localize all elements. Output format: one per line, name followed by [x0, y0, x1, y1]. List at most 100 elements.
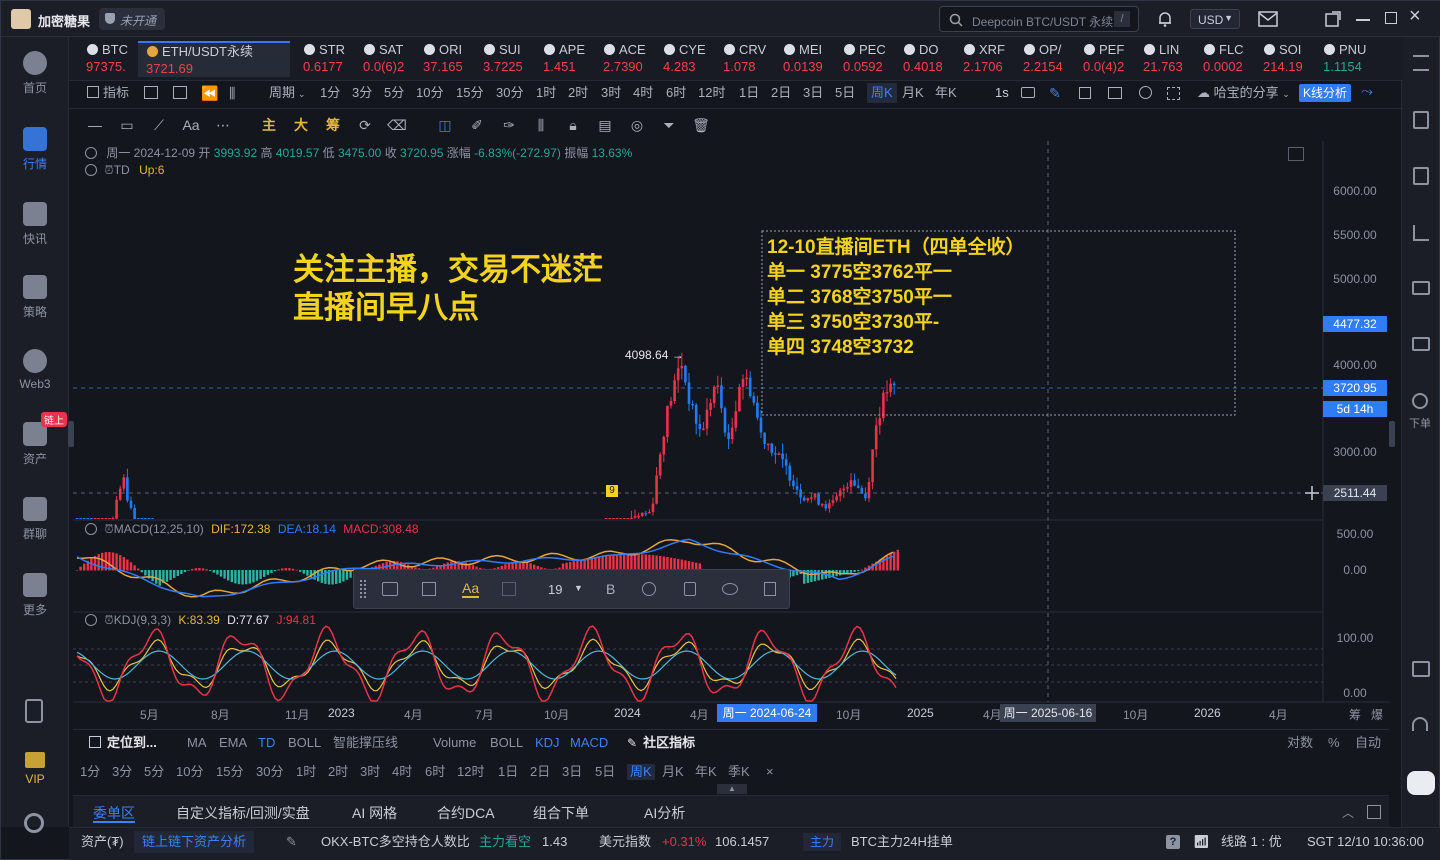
period-bar-item[interactable]: 年K: [695, 764, 717, 780]
bottom-tab-0[interactable]: 委单区: [93, 803, 135, 823]
indicator-boll[interactable]: BOLL: [288, 735, 321, 751]
period-bar-item[interactable]: 2时: [328, 764, 348, 780]
macd-bar: [234, 570, 237, 584]
period-bar-item[interactable]: 周K: [627, 764, 655, 780]
period-bar-item[interactable]: 4时: [392, 764, 412, 780]
bottom-tab-2[interactable]: AI 网格: [352, 803, 397, 823]
collapse-panel-icon[interactable]: ▲: [717, 784, 747, 794]
period-bar-item[interactable]: 1分: [80, 764, 100, 780]
candle-body: [147, 518, 151, 519]
text-style-button[interactable]: Aa: [462, 580, 480, 598]
period-bar-item[interactable]: 1时: [296, 764, 316, 780]
candle-body: [853, 480, 856, 486]
candle-body: [846, 486, 849, 489]
text-color-icon[interactable]: [502, 582, 516, 596]
period-bar-item[interactable]: 月K: [662, 764, 684, 780]
candle-body: [104, 518, 108, 519]
ohlc-date: 周一 2024-12-09: [106, 146, 196, 160]
delete-icon[interactable]: [764, 582, 776, 596]
macd-bar: [227, 570, 230, 581]
period-bar-item[interactable]: 6时: [425, 764, 445, 780]
community-indicators[interactable]: ✎ 社区指标: [627, 735, 695, 751]
log-scale-toggle[interactable]: 对数: [1287, 735, 1313, 751]
promo-text[interactable]: 关注主播，交易不迷茫 直播间早八点: [293, 251, 603, 327]
period-bar-item[interactable]: 5日: [595, 764, 615, 780]
macd-bar: [191, 568, 194, 571]
collapse-icon[interactable]: [85, 147, 97, 159]
period-bar-item[interactable]: 3分: [112, 764, 132, 780]
expand-chart-icon[interactable]: [1288, 147, 1304, 161]
period-bar-item[interactable]: 1日: [498, 764, 518, 780]
macd-bar: [183, 570, 187, 573]
period-bar-item[interactable]: 12时: [457, 764, 484, 780]
indicator-ema[interactable]: EMA: [219, 735, 247, 751]
edit-icon[interactable]: ✎: [286, 833, 297, 851]
font-size-select[interactable]: 19 ▼: [546, 580, 590, 600]
drag-handle-icon[interactable]: [360, 580, 366, 598]
left-panel-toggle[interactable]: [68, 421, 74, 447]
help-icon[interactable]: ?: [1166, 835, 1180, 849]
candle-body: [129, 500, 133, 508]
ohlc-close-label: 收: [384, 146, 397, 160]
chips-icon[interactable]: 筹: [1349, 706, 1361, 723]
bottom-tab-4[interactable]: 组合下单: [533, 803, 589, 823]
edit-icon[interactable]: [422, 582, 436, 596]
bottom-tab-3[interactable]: 合约DCA: [437, 803, 495, 823]
locate-button[interactable]: 定位到...: [89, 735, 157, 751]
candle-body: [867, 482, 871, 499]
btc-orders-label[interactable]: BTC主力24H挂单: [851, 833, 953, 851]
period-bar-item[interactable]: 30分: [256, 764, 283, 780]
indicator-macd[interactable]: MACD: [570, 735, 608, 751]
collapse-icon[interactable]: [85, 523, 97, 535]
period-bar-item[interactable]: 3日: [562, 764, 582, 780]
annotation-line: 单三 3750空3730平-: [767, 312, 940, 333]
assets-label[interactable]: 资产(₮): [81, 833, 124, 851]
ohlc-change-label: 涨幅: [446, 146, 471, 160]
template-style-icon[interactable]: [382, 582, 398, 596]
auto-scale-toggle[interactable]: 自动: [1355, 735, 1381, 751]
usd-index-label: 美元指数: [599, 834, 652, 849]
annotation-box-text[interactable]: 12-10直播间ETH（四单全收） 单一 3775空3762平一 单二 3768空3…: [767, 235, 1025, 360]
collapse-icon[interactable]: [85, 614, 97, 626]
settings-icon[interactable]: [642, 582, 656, 596]
macd-bar: [173, 570, 176, 579]
macd-bar: [133, 565, 136, 571]
indicator-kdj[interactable]: KDJ: [535, 735, 560, 751]
candle-body: [619, 518, 622, 519]
panel-popout-icon[interactable]: [1367, 805, 1381, 819]
indicator-td[interactable]: TD: [258, 735, 275, 751]
chain-analysis-button[interactable]: 链上链下资产分析: [134, 831, 254, 853]
period-bar-item[interactable]: 10分: [176, 764, 203, 780]
period-bar-item[interactable]: 季K: [728, 764, 750, 780]
period-bar-item[interactable]: 5分: [144, 764, 164, 780]
candle-body: [766, 443, 770, 446]
close-period-icon[interactable]: ×: [766, 764, 774, 780]
candle-body: [882, 392, 885, 419]
right-panel-toggle[interactable]: [1389, 421, 1395, 447]
candle-body: [698, 423, 702, 429]
percent-toggle[interactable]: %: [1328, 735, 1340, 751]
bottom-tab-5[interactable]: AI分析: [644, 803, 685, 823]
candle-body: [655, 475, 658, 504]
bold-button[interactable]: B: [606, 581, 615, 597]
candle-body: [831, 500, 835, 504]
indicator-ma[interactable]: MA: [187, 735, 207, 751]
period-bar-item[interactable]: 3时: [360, 764, 380, 780]
line-status[interactable]: 线路 1 : 优: [1221, 833, 1282, 851]
candle-body: [734, 411, 738, 428]
candle-body: [730, 427, 734, 440]
annotation-line: 单四 3748空3732: [767, 337, 914, 358]
chevron-up-icon[interactable]: ︿: [1342, 804, 1354, 821]
lock-icon[interactable]: [684, 582, 696, 596]
liquidation-icon[interactable]: 爆: [1371, 706, 1383, 723]
indicator-boll[interactable]: BOLL: [490, 735, 523, 751]
visibility-icon[interactable]: [722, 583, 738, 595]
macd-bar: [849, 570, 853, 573]
indicator-volume[interactable]: Volume: [433, 735, 476, 751]
period-bar-item[interactable]: 15分: [216, 764, 243, 780]
bottom-tab-1[interactable]: 自定义指标/回测/实盘: [176, 803, 310, 823]
macd-bar: [259, 570, 262, 579]
period-bar-item[interactable]: 2日: [530, 764, 550, 780]
collapse-icon[interactable]: [85, 164, 97, 176]
indicator-智能撑压线[interactable]: 智能撑压线: [333, 735, 398, 751]
